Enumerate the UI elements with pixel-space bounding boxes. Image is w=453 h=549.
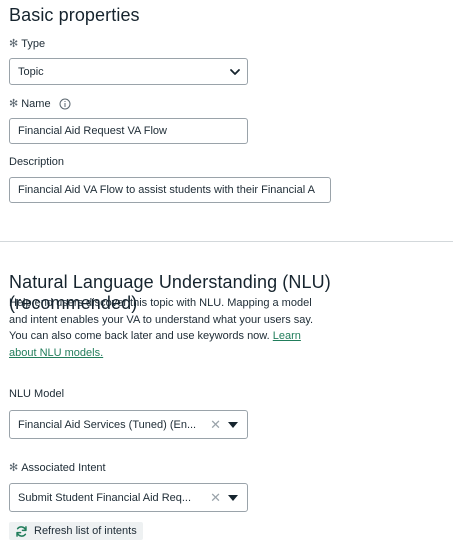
nlu-help-line: and intent enables your VA to understand…	[9, 313, 314, 326]
learn-link-continued[interactable]: about NLU models.	[9, 347, 103, 359]
asterisk-icon: ✻	[9, 38, 19, 50]
nlu-model-combobox[interactable]: Financial Aid Services (Tuned) (En... ✕	[9, 410, 248, 439]
nlu-model-label: NLU Model	[9, 388, 65, 400]
nlu-help-line-text: You can also come back later and use key…	[9, 330, 270, 342]
description-label: Description	[9, 156, 65, 168]
intent-value: Submit Student Financial Aid Req...	[18, 491, 192, 504]
type-select[interactable]: Topic	[9, 58, 248, 85]
section-divider	[0, 241, 453, 242]
caret-down-icon[interactable]	[228, 421, 238, 429]
refresh-intents-label: Refresh list of intents	[34, 525, 137, 537]
asterisk-icon: ✻	[9, 462, 19, 474]
intent-label-row: ✻ Associated Intent	[9, 461, 106, 474]
name-input[interactable]: Financial Aid Request VA Flow	[9, 118, 248, 144]
asterisk-icon: ✻	[9, 98, 19, 110]
refresh-intents-button[interactable]: Refresh list of intents	[9, 522, 143, 540]
chevron-down-icon	[230, 68, 240, 75]
nlu-help-text: Help end users discover this topic with …	[9, 295, 339, 361]
section-title-basic-properties: Basic properties	[9, 5, 140, 25]
learn-link[interactable]: Learn	[273, 330, 301, 342]
refresh-icon	[16, 525, 27, 537]
clear-x-icon[interactable]: ✕	[210, 490, 221, 506]
name-label: Name	[21, 97, 51, 110]
nlu-help-line: You can also come back later and use key…	[9, 328, 339, 345]
nlu-help-line: Help end users discover this topic with …	[9, 297, 312, 309]
description-input[interactable]: Financial Aid VA Flow to assist students…	[9, 177, 331, 203]
nlu-help-line: about NLU models.	[9, 345, 339, 362]
type-select-value: Topic	[18, 65, 44, 78]
intent-combobox[interactable]: Submit Student Financial Aid Req... ✕	[9, 483, 248, 512]
info-icon[interactable]	[59, 98, 71, 110]
type-label: Type	[21, 38, 46, 50]
description-input-value: Financial Aid VA Flow to assist students…	[18, 184, 315, 196]
clear-x-icon[interactable]: ✕	[210, 417, 221, 433]
intent-label: Associated Intent	[21, 462, 106, 474]
nlu-model-value: Financial Aid Services (Tuned) (En...	[18, 418, 197, 431]
type-label-row: ✻ Type	[9, 37, 45, 50]
name-label-row: ✻ Name	[9, 97, 71, 110]
name-input-value: Financial Aid Request VA Flow	[18, 125, 167, 137]
caret-down-icon[interactable]	[228, 494, 238, 502]
